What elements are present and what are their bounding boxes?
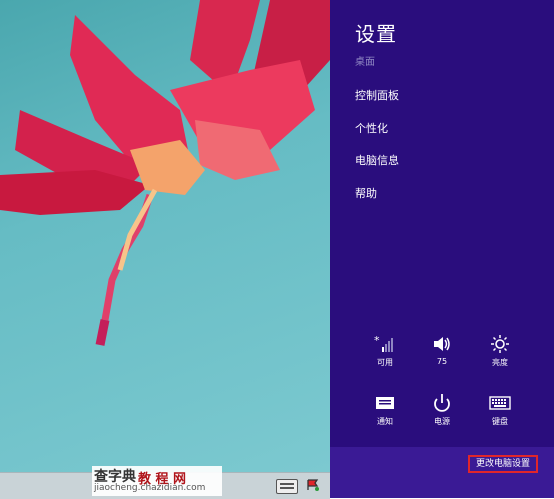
menu-item-pc-info[interactable]: 电脑信息 — [355, 152, 399, 168]
touch-keyboard-icon[interactable] — [276, 479, 298, 494]
watermark-url: jiaocheng.chazidian.com — [94, 483, 206, 493]
settings-charm-panel: 设置 桌面 控制面板 个性化 电脑信息 帮助 * 可用 75 亮度 通知 电源 … — [330, 0, 554, 498]
keyboard-label: 键盘 — [492, 417, 508, 426]
flower-image — [0, 0, 330, 346]
network-label: 可用 — [377, 358, 393, 367]
power-icon — [434, 394, 450, 412]
volume-icon — [434, 337, 450, 351]
svg-text:*: * — [374, 335, 380, 347]
watermark: 查字典 教 程 网 jiaocheng.chazidian.com — [92, 466, 222, 496]
brightness-icon — [491, 335, 509, 353]
menu-item-help[interactable]: 帮助 — [355, 185, 377, 201]
notification-icon — [376, 397, 394, 409]
desktop-wallpaper — [0, 0, 330, 472]
action-center-flag-icon[interactable] — [306, 479, 320, 491]
power-label: 电源 — [434, 417, 450, 426]
wifi-icon: * — [374, 335, 393, 352]
keyboard-icon — [489, 396, 511, 410]
volume-tile[interactable]: 75 — [412, 335, 472, 366]
notifications-label: 通知 — [377, 417, 393, 426]
network-tile[interactable]: * 可用 — [355, 335, 415, 368]
brightness-label: 亮度 — [492, 358, 508, 367]
keyboard-tile[interactable]: 键盘 — [470, 394, 530, 427]
power-tile[interactable]: 电源 — [412, 394, 472, 427]
notifications-tile[interactable]: 通知 — [355, 394, 415, 427]
change-pc-settings-link[interactable]: 更改电脑设置 — [468, 455, 538, 473]
charm-context-label: 桌面 — [355, 57, 375, 68]
menu-item-control-panel[interactable]: 控制面板 — [355, 87, 399, 103]
charm-title: 设置 — [355, 22, 397, 46]
brightness-tile[interactable]: 亮度 — [470, 335, 530, 368]
volume-level: 75 — [436, 357, 448, 366]
menu-item-personalization[interactable]: 个性化 — [355, 120, 388, 136]
